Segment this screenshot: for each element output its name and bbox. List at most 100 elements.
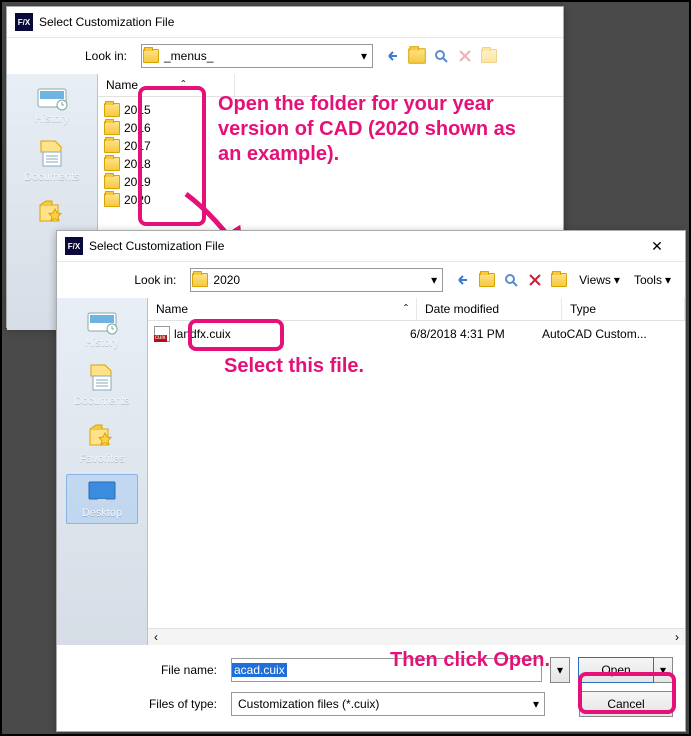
views-label: Views xyxy=(579,273,611,287)
folder-icon xyxy=(104,103,120,117)
folder-name: 2016 xyxy=(124,121,151,135)
window-title: Select Customization File xyxy=(89,239,637,253)
lookin-label: Look in: xyxy=(7,49,135,63)
scroll-right-icon[interactable]: › xyxy=(669,630,685,644)
documents-icon xyxy=(37,139,67,169)
folder-icon xyxy=(191,273,209,287)
search-button[interactable] xyxy=(501,270,521,290)
toolbar xyxy=(449,270,569,290)
folder-icon xyxy=(104,175,120,189)
filetype-label: Files of type: xyxy=(57,697,223,711)
sidebar-item-history[interactable]: History xyxy=(16,80,88,130)
sidebar-item-history[interactable]: History xyxy=(66,304,138,354)
sidebar-item-label: History xyxy=(35,113,69,125)
filename-row: File name: acad.cuix ▾ Open ▾ xyxy=(57,653,673,687)
column-header-name[interactable]: Name ˆ xyxy=(98,74,235,96)
folder-icon xyxy=(142,49,160,63)
sidebar-item-label: Desktop xyxy=(82,507,122,519)
sidebar-item-favorites[interactable]: Favorites xyxy=(66,416,138,470)
folder-name: 2018 xyxy=(124,157,151,171)
folder-row[interactable]: 2020 xyxy=(98,191,563,209)
titlebar-front: F/X Select Customization File ✕ xyxy=(57,231,685,262)
sidebar-item-documents[interactable]: Documents xyxy=(66,358,138,412)
folder-row[interactable]: 2019 xyxy=(98,173,563,191)
app-icon: F/X xyxy=(65,237,83,255)
file-list-area: Nameˆ Date modified Type landfx.cuix 6/8… xyxy=(148,298,685,645)
lookin-value: _menus_ xyxy=(160,49,356,63)
column-header-date[interactable]: Date modified xyxy=(417,298,562,320)
lookin-dropdown[interactable]: _menus_ ▾ xyxy=(141,44,373,68)
lookin-dropdown[interactable]: 2020 ▾ xyxy=(190,268,443,292)
toolbar xyxy=(379,46,499,66)
back-button[interactable] xyxy=(453,270,473,290)
sidebar-item-label: History xyxy=(85,337,119,349)
cancel-label: Cancel xyxy=(607,697,644,711)
annotation-text-1: Open the folder for your year version of… xyxy=(218,92,518,167)
tools-menu[interactable]: Tools▾ xyxy=(630,273,675,287)
sidebar-item-label: Documents xyxy=(74,395,130,407)
file-name: landfx.cuix xyxy=(174,327,231,341)
folder-name: 2020 xyxy=(124,193,151,207)
up-folder-button[interactable] xyxy=(477,270,497,290)
column-header-name[interactable]: Nameˆ xyxy=(148,298,417,320)
folder-icon xyxy=(104,121,120,135)
app-icon: F/X xyxy=(15,13,33,31)
sidebar-item-favorites[interactable] xyxy=(16,192,88,232)
folder-name: 2019 xyxy=(124,175,151,189)
dialog-front: F/X Select Customization File ✕ Look in:… xyxy=(56,230,686,732)
history-icon xyxy=(86,309,118,335)
open-button[interactable]: Open xyxy=(578,657,654,683)
delete-button[interactable] xyxy=(525,270,545,290)
bottom-panel: File name: acad.cuix ▾ Open ▾ Files of t… xyxy=(57,645,685,733)
titlebar-back: F/X Select Customization File xyxy=(7,7,563,38)
back-button[interactable] xyxy=(383,46,403,66)
file-row[interactable]: landfx.cuix 6/8/2018 4:31 PM AutoCAD Cus… xyxy=(148,325,685,343)
chevron-down-icon: ▾ xyxy=(614,273,620,287)
lookin-value: 2020 xyxy=(209,273,426,287)
sidebar-item-label: Documents xyxy=(24,171,80,183)
search-button[interactable] xyxy=(431,46,451,66)
new-folder-button[interactable] xyxy=(549,270,569,290)
views-menu[interactable]: Views▾ xyxy=(575,273,624,287)
favorites-icon xyxy=(37,197,67,227)
filename-label: File name: xyxy=(57,663,223,677)
sort-icon: ˆ xyxy=(404,302,408,316)
folder-icon xyxy=(104,157,120,171)
sidebar-item-label: Favorites xyxy=(79,453,124,465)
sidebar-item-documents[interactable]: Documents xyxy=(16,134,88,188)
lookin-row: Look in: _menus_ ▾ xyxy=(7,38,563,74)
sidebar-item-desktop[interactable]: Desktop xyxy=(66,474,138,524)
folder-icon xyxy=(104,139,120,153)
column-headers: Nameˆ Date modified Type xyxy=(148,298,685,321)
sort-icon: ˆ xyxy=(181,78,185,92)
horizontal-scrollbar[interactable]: ‹ › xyxy=(148,628,685,645)
file-type: AutoCAD Custom... xyxy=(542,327,679,341)
open-split[interactable]: ▾ xyxy=(654,657,673,683)
desktop-icon xyxy=(86,479,118,505)
history-icon xyxy=(36,85,68,111)
folder-name: 2017 xyxy=(124,139,151,153)
scroll-left-icon[interactable]: ‹ xyxy=(148,630,164,644)
lookin-row: Look in: 2020 ▾ Views▾ Tools▾ xyxy=(57,262,685,298)
folder-name: 2015 xyxy=(124,103,151,117)
places-sidebar: History Documents Favorites Desktop xyxy=(57,298,148,645)
chevron-down-icon: ▾ xyxy=(356,49,372,63)
open-label: Open xyxy=(601,663,630,677)
annotation-text-3: Then click Open. xyxy=(390,648,550,673)
lookin-label: Look in: xyxy=(57,273,184,287)
body: History Documents Favorites Desktop Name… xyxy=(57,298,685,645)
filename-value: acad.cuix xyxy=(232,663,287,677)
favorites-icon xyxy=(87,421,117,451)
delete-button[interactable] xyxy=(455,46,475,66)
folder-icon xyxy=(104,193,120,207)
file-date: 6/8/2018 4:31 PM xyxy=(410,327,538,341)
filename-dropdown[interactable]: ▾ xyxy=(550,657,570,683)
column-header-type[interactable]: Type xyxy=(562,298,685,320)
cancel-button[interactable]: Cancel xyxy=(579,691,673,717)
filetype-value: Customization files (*.cuix) xyxy=(232,697,528,711)
new-folder-button[interactable] xyxy=(479,46,499,66)
up-folder-button[interactable] xyxy=(407,46,427,66)
close-button[interactable]: ✕ xyxy=(637,232,677,260)
filetype-dropdown[interactable]: Customization files (*.cuix) ▾ xyxy=(231,692,545,716)
documents-icon xyxy=(87,363,117,393)
